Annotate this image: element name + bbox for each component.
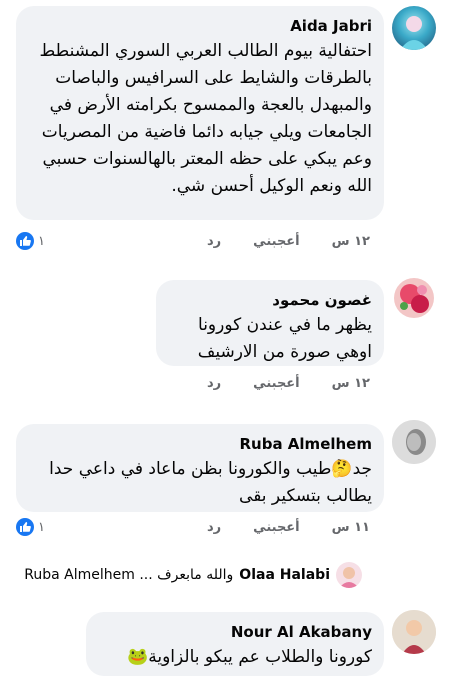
avatar[interactable] [392, 276, 436, 320]
reply-author: Olaa Halabi [239, 567, 330, 583]
like-reaction-icon [16, 518, 34, 536]
like-button[interactable]: أعجبني [253, 234, 299, 249]
comment-author[interactable]: Ruba Almelhem [30, 434, 373, 454]
comment-time[interactable]: ١٢ س [332, 376, 370, 391]
comment-actions: ١٢ س أعجبني رد [175, 376, 370, 391]
reply-text: والله مابعرف ... Ruba Almelhem [24, 567, 234, 583]
avatar [336, 562, 362, 588]
reply-button[interactable]: رد [207, 234, 221, 249]
reaction-count[interactable]: ١ [16, 232, 45, 250]
comment-author[interactable]: Nour Al Akabany [100, 622, 372, 642]
reaction-count[interactable]: ١ [16, 518, 45, 536]
like-button[interactable]: أعجبني [253, 520, 299, 535]
comment-bubble: Nour Al Akabany كورونا والطلاب عم يبكو ب… [86, 612, 384, 676]
reaction-number: ١ [38, 519, 45, 535]
comment-text: كورونا والطلاب عم يبكو بالزاوية🐸 [127, 647, 372, 667]
like-button[interactable]: أعجبني [253, 376, 299, 391]
avatar[interactable] [392, 420, 436, 464]
avatar[interactable] [392, 6, 436, 50]
comment-author[interactable]: Aida Jabri [30, 16, 372, 36]
like-reaction-icon [16, 232, 34, 250]
reaction-number: ١ [38, 233, 45, 249]
comment-bubble: غصون محمود يظهر ما في عندن كورونا اوهي ص… [156, 280, 384, 366]
comment-actions: ١٢ س أعجبني رد [175, 234, 370, 249]
reply-button[interactable]: رد [207, 376, 221, 391]
reply-button[interactable]: رد [207, 520, 221, 535]
comment-text: يظهر ما في عندن كورونا اوهي صورة من الار… [197, 315, 372, 362]
comment-time[interactable]: ١٢ س [332, 234, 370, 249]
comment-author[interactable]: غصون محمود [170, 290, 372, 310]
comment-actions: ١١ س أعجبني رد [175, 520, 370, 535]
comment-bubble: Aida Jabri احتفالية بيوم الطالب العربي ا… [16, 6, 384, 220]
comment-time[interactable]: ١١ س [332, 520, 370, 535]
comment-text: احتفالية بيوم الطالب العربي السوري المشن… [39, 41, 372, 196]
comment-bubble: Ruba Almelhem جد🤔طيب والكورونا بظن ماعاد… [16, 424, 384, 512]
reply-preview[interactable]: Olaa Halabi والله مابعرف ... Ruba Almelh… [24, 562, 362, 588]
avatar[interactable] [392, 610, 436, 654]
comment-text: جد🤔طيب والكورونا بظن ماعاد في داعي حدا ي… [49, 459, 372, 506]
